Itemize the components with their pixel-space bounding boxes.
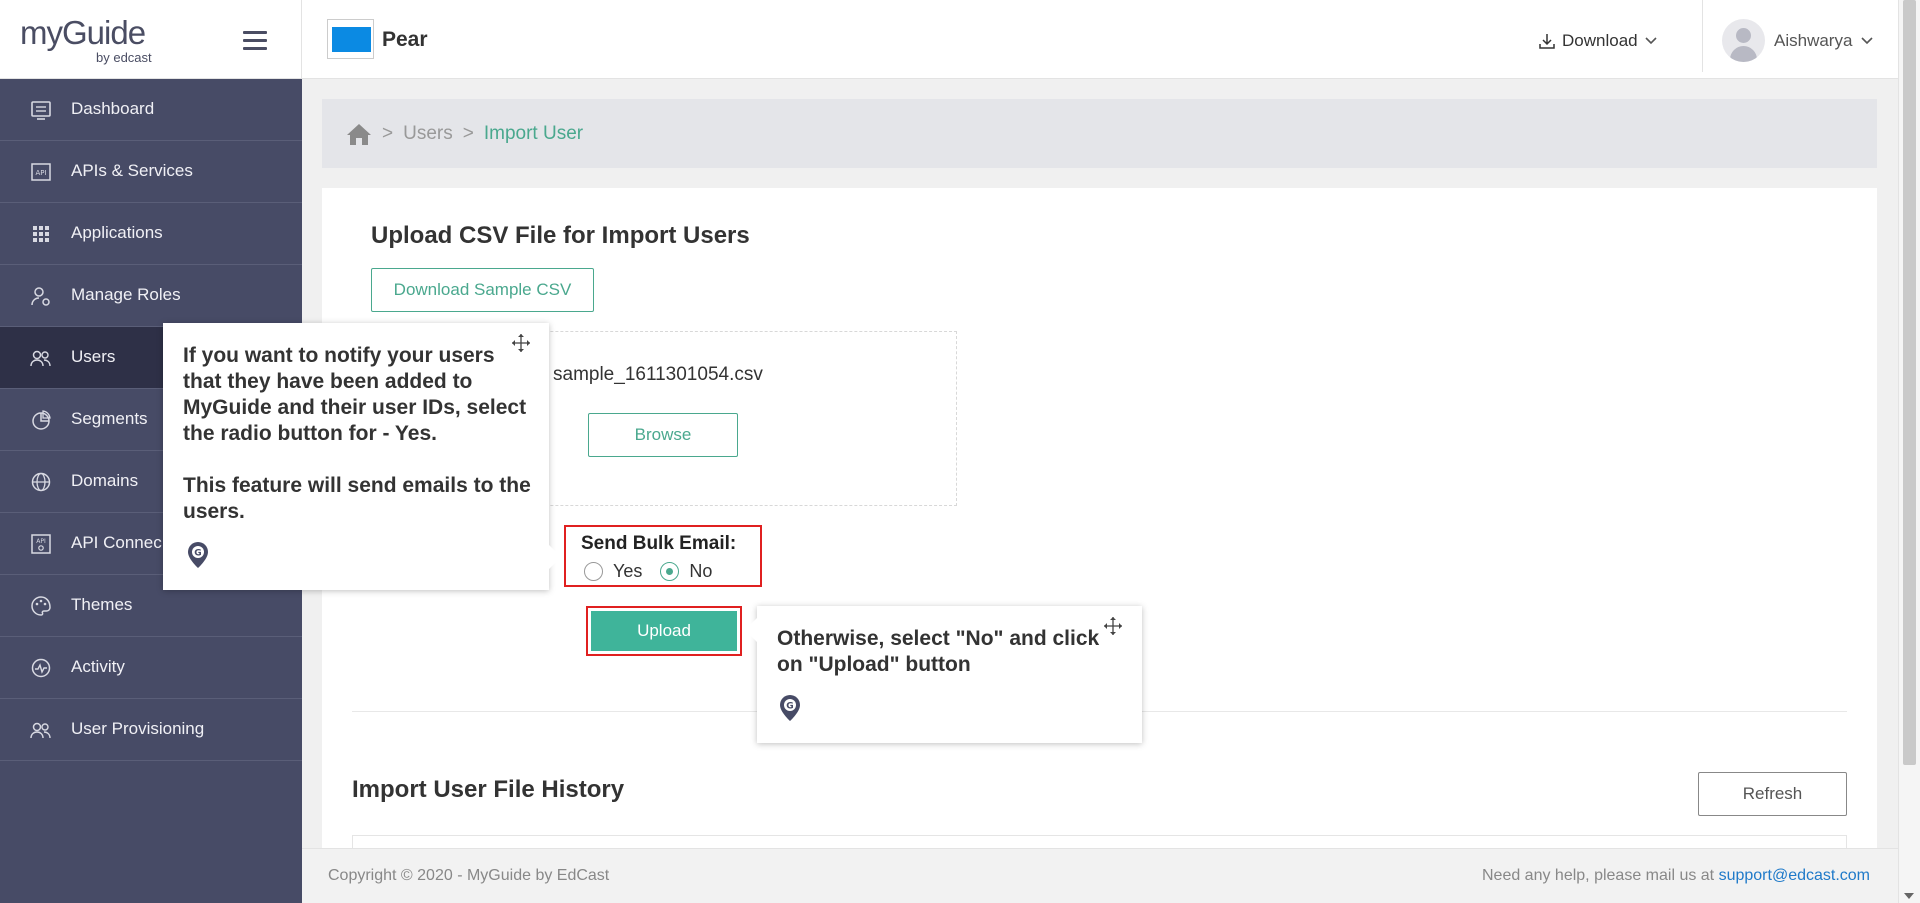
- breadcrumb: > Users > Import User: [322, 99, 1877, 168]
- api-icon: API: [31, 163, 51, 181]
- no-radio[interactable]: [660, 562, 680, 581]
- breadcrumb-users[interactable]: Users: [403, 123, 453, 145]
- sidebar-item-label: Manage Roles: [71, 285, 181, 304]
- download-icon: [1539, 34, 1555, 49]
- user-name: Aishwarya: [1774, 31, 1853, 50]
- logo-text: myGuide: [20, 14, 146, 51]
- sidebar-item-label: User Provisioning: [71, 719, 205, 738]
- download-label: Download: [1562, 31, 1638, 50]
- send-bulk-email-label: Send Bulk Email:: [581, 533, 737, 554]
- chevron-down-icon: [1645, 37, 1657, 45]
- myguide-pin-icon: G: [780, 695, 800, 721]
- sidebar-item-label: Activity: [71, 657, 125, 676]
- palette-icon: [31, 596, 51, 616]
- grid-icon: [33, 226, 49, 242]
- sidebar-item-label: API Connec: [71, 533, 162, 552]
- top-header: Pear Download Aishwarya: [302, 0, 1900, 79]
- logo-area: myGuide by edcast: [0, 0, 302, 79]
- yes-radio[interactable]: [584, 562, 603, 581]
- help-text: Need any help, please mail us at support…: [1482, 867, 1870, 885]
- tooltip-text: If you want to notify your users that th…: [183, 343, 533, 525]
- svg-text:API: API: [35, 169, 46, 177]
- refresh-button[interactable]: Refresh: [1698, 772, 1847, 816]
- sidebar-item-label: Segments: [71, 409, 148, 428]
- sidebar-item-applications[interactable]: Applications: [0, 203, 302, 265]
- import-user-card: Upload CSV File for Import Users Downloa…: [322, 188, 1877, 848]
- page-scrollbar[interactable]: [1898, 0, 1920, 903]
- app-color-swatch: [332, 27, 371, 52]
- sidebar-item-label: Dashboard: [71, 99, 155, 118]
- download-sample-csv-button[interactable]: Download Sample CSV: [371, 268, 594, 312]
- sidebar-item-dashboard[interactable]: Dashboard: [0, 79, 302, 141]
- bulk-email-yes-option[interactable]: Yes: [584, 561, 642, 582]
- user-gear-icon: [31, 287, 50, 306]
- tooltip-text: Otherwise, select "No" and click on "Upl…: [777, 627, 1100, 676]
- globe-icon: [31, 472, 51, 492]
- sidebar-item-manage-roles[interactable]: Manage Roles: [0, 265, 302, 327]
- svg-text:API: API: [36, 538, 46, 545]
- sidebar-item-activity[interactable]: Activity: [0, 637, 302, 699]
- history-title: Import User File History: [352, 776, 625, 803]
- upload-button[interactable]: Upload: [591, 611, 737, 651]
- logo-subtext: by edcast: [96, 50, 152, 65]
- breadcrumb-separator-icon: >: [462, 122, 474, 144]
- tooltip-paragraph: This feature will send emails to the use…: [183, 474, 531, 523]
- app-logo[interactable]: [327, 19, 374, 59]
- breadcrumb-current: Import User: [483, 122, 584, 144]
- tooltip-arrow: [745, 618, 757, 642]
- logo[interactable]: myGuide: [20, 14, 146, 52]
- sidebar-item-apis-services[interactable]: API APIs & Services: [0, 141, 302, 203]
- activity-icon: [31, 658, 51, 678]
- guide-tooltip-upload: Otherwise, select "No" and click on "Upl…: [745, 606, 1142, 743]
- hamburger-menu-icon[interactable]: [243, 31, 267, 50]
- scrollbar-thumb[interactable]: [1903, 0, 1916, 765]
- help-message: Need any help, please mail us at: [1481, 867, 1715, 884]
- bulk-email-no-option[interactable]: No: [660, 561, 712, 582]
- sidebar-item-label: Applications: [71, 223, 163, 242]
- sidebar-item-label: Themes: [71, 595, 133, 614]
- page-title: Upload CSV File for Import Users: [371, 222, 750, 249]
- sidebar-item-user-provisioning[interactable]: User Provisioning: [0, 699, 302, 761]
- footer: Copyright © 2020 - MyGuide by EdCast Nee…: [302, 848, 1900, 903]
- svg-text:G: G: [194, 549, 201, 559]
- selected-file-name: sample_1611301054.csv: [553, 364, 763, 385]
- sidebar-item-label: APIs & Services: [71, 161, 193, 180]
- guide-tooltip-bulk-email: If you want to notify your users that th…: [163, 323, 561, 590]
- copyright-text: Copyright © 2020 - MyGuide by EdCast: [328, 867, 610, 884]
- upload-highlight: Upload: [586, 606, 742, 656]
- no-label: No: [689, 561, 713, 581]
- tooltip-paragraph: If you want to notify your users that th…: [183, 344, 527, 445]
- history-table: [352, 835, 1847, 848]
- bulk-email-radio-group: Yes No: [584, 561, 730, 582]
- browse-button[interactable]: Browse: [588, 413, 738, 457]
- tooltip-arrow: [549, 545, 561, 569]
- users-icon: [30, 350, 51, 367]
- sidebar-item-label: Users: [71, 347, 116, 366]
- users-icon: [30, 722, 51, 739]
- sidebar-item-label: Domains: [71, 471, 139, 490]
- app-name: Pear: [382, 28, 428, 51]
- dashboard-icon: [31, 101, 51, 120]
- download-dropdown[interactable]: Download: [1538, 31, 1658, 51]
- api-connector-icon: API: [31, 534, 51, 554]
- scroll-down-arrow-icon[interactable]: [1904, 893, 1914, 899]
- myguide-pin-icon: G: [188, 542, 208, 568]
- pie-icon: [32, 410, 51, 430]
- header-divider: [1702, 0, 1703, 72]
- svg-text:G: G: [786, 702, 793, 712]
- user-menu[interactable]: Aishwarya: [1774, 31, 1874, 51]
- home-icon[interactable]: [346, 122, 372, 146]
- avatar[interactable]: [1722, 19, 1765, 62]
- support-email-link[interactable]: support@edcast.com: [1719, 867, 1870, 884]
- breadcrumb-separator-icon: >: [382, 122, 394, 144]
- send-bulk-email-group: Send Bulk Email: Yes No: [564, 525, 762, 587]
- chevron-down-icon: [1861, 37, 1873, 45]
- yes-label: Yes: [613, 561, 643, 581]
